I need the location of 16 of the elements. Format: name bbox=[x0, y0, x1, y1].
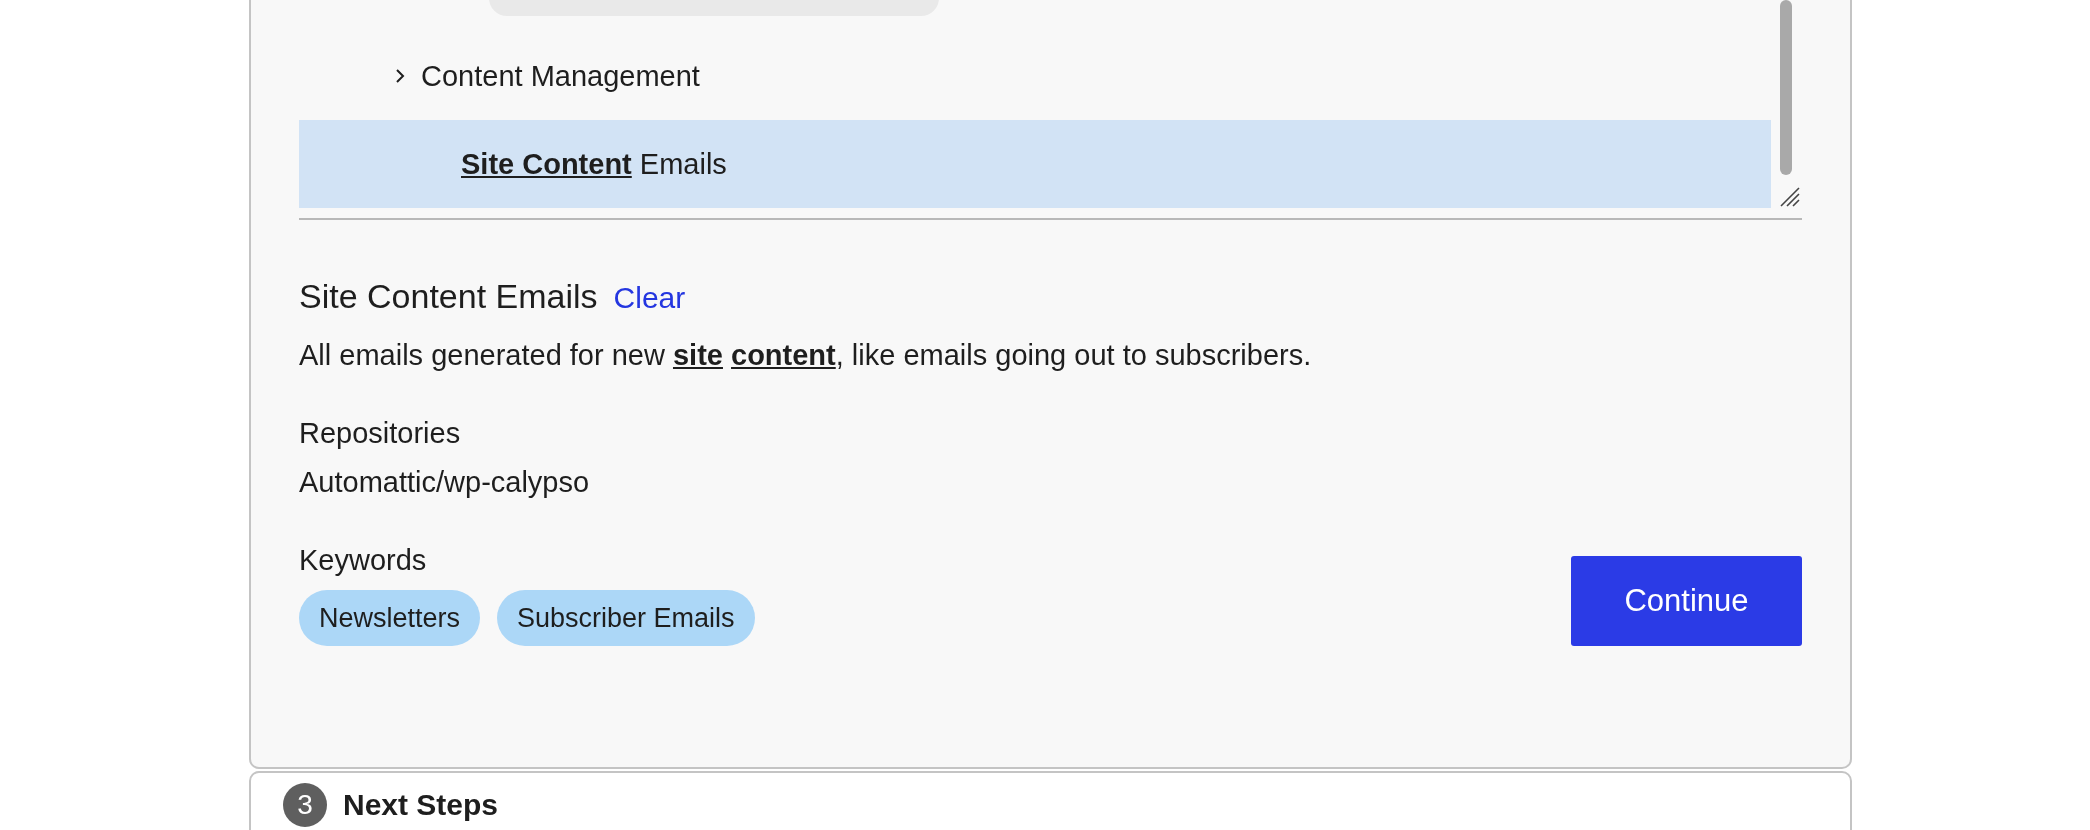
clear-link[interactable]: Clear bbox=[613, 278, 686, 318]
feature-title: Site Content Emails bbox=[299, 276, 598, 316]
resize-handle-icon[interactable] bbox=[1778, 185, 1800, 207]
tree-item[interactable]: Content Management bbox=[299, 32, 1771, 120]
chevron-icon bbox=[393, 67, 407, 85]
step-title: Next Steps bbox=[343, 787, 499, 823]
continue-button[interactable]: Continue bbox=[1571, 556, 1802, 646]
tree-item[interactable]: Site Content Emails bbox=[299, 120, 1771, 208]
repository-name: Automattic/wp-calypso bbox=[299, 465, 591, 500]
feature-description: All emails generated for new site content, like emails going out to subscribers. bbox=[299, 338, 1313, 373]
section-label: Keywords bbox=[299, 543, 428, 578]
scrollbar-thumb[interactable] bbox=[1780, 0, 1792, 175]
keyword-tag: Subscriber Emails bbox=[497, 590, 755, 646]
section-label: Repositories bbox=[299, 416, 462, 451]
keyword-tag: Newsletters bbox=[299, 590, 481, 646]
step-number: 3 bbox=[283, 783, 327, 827]
